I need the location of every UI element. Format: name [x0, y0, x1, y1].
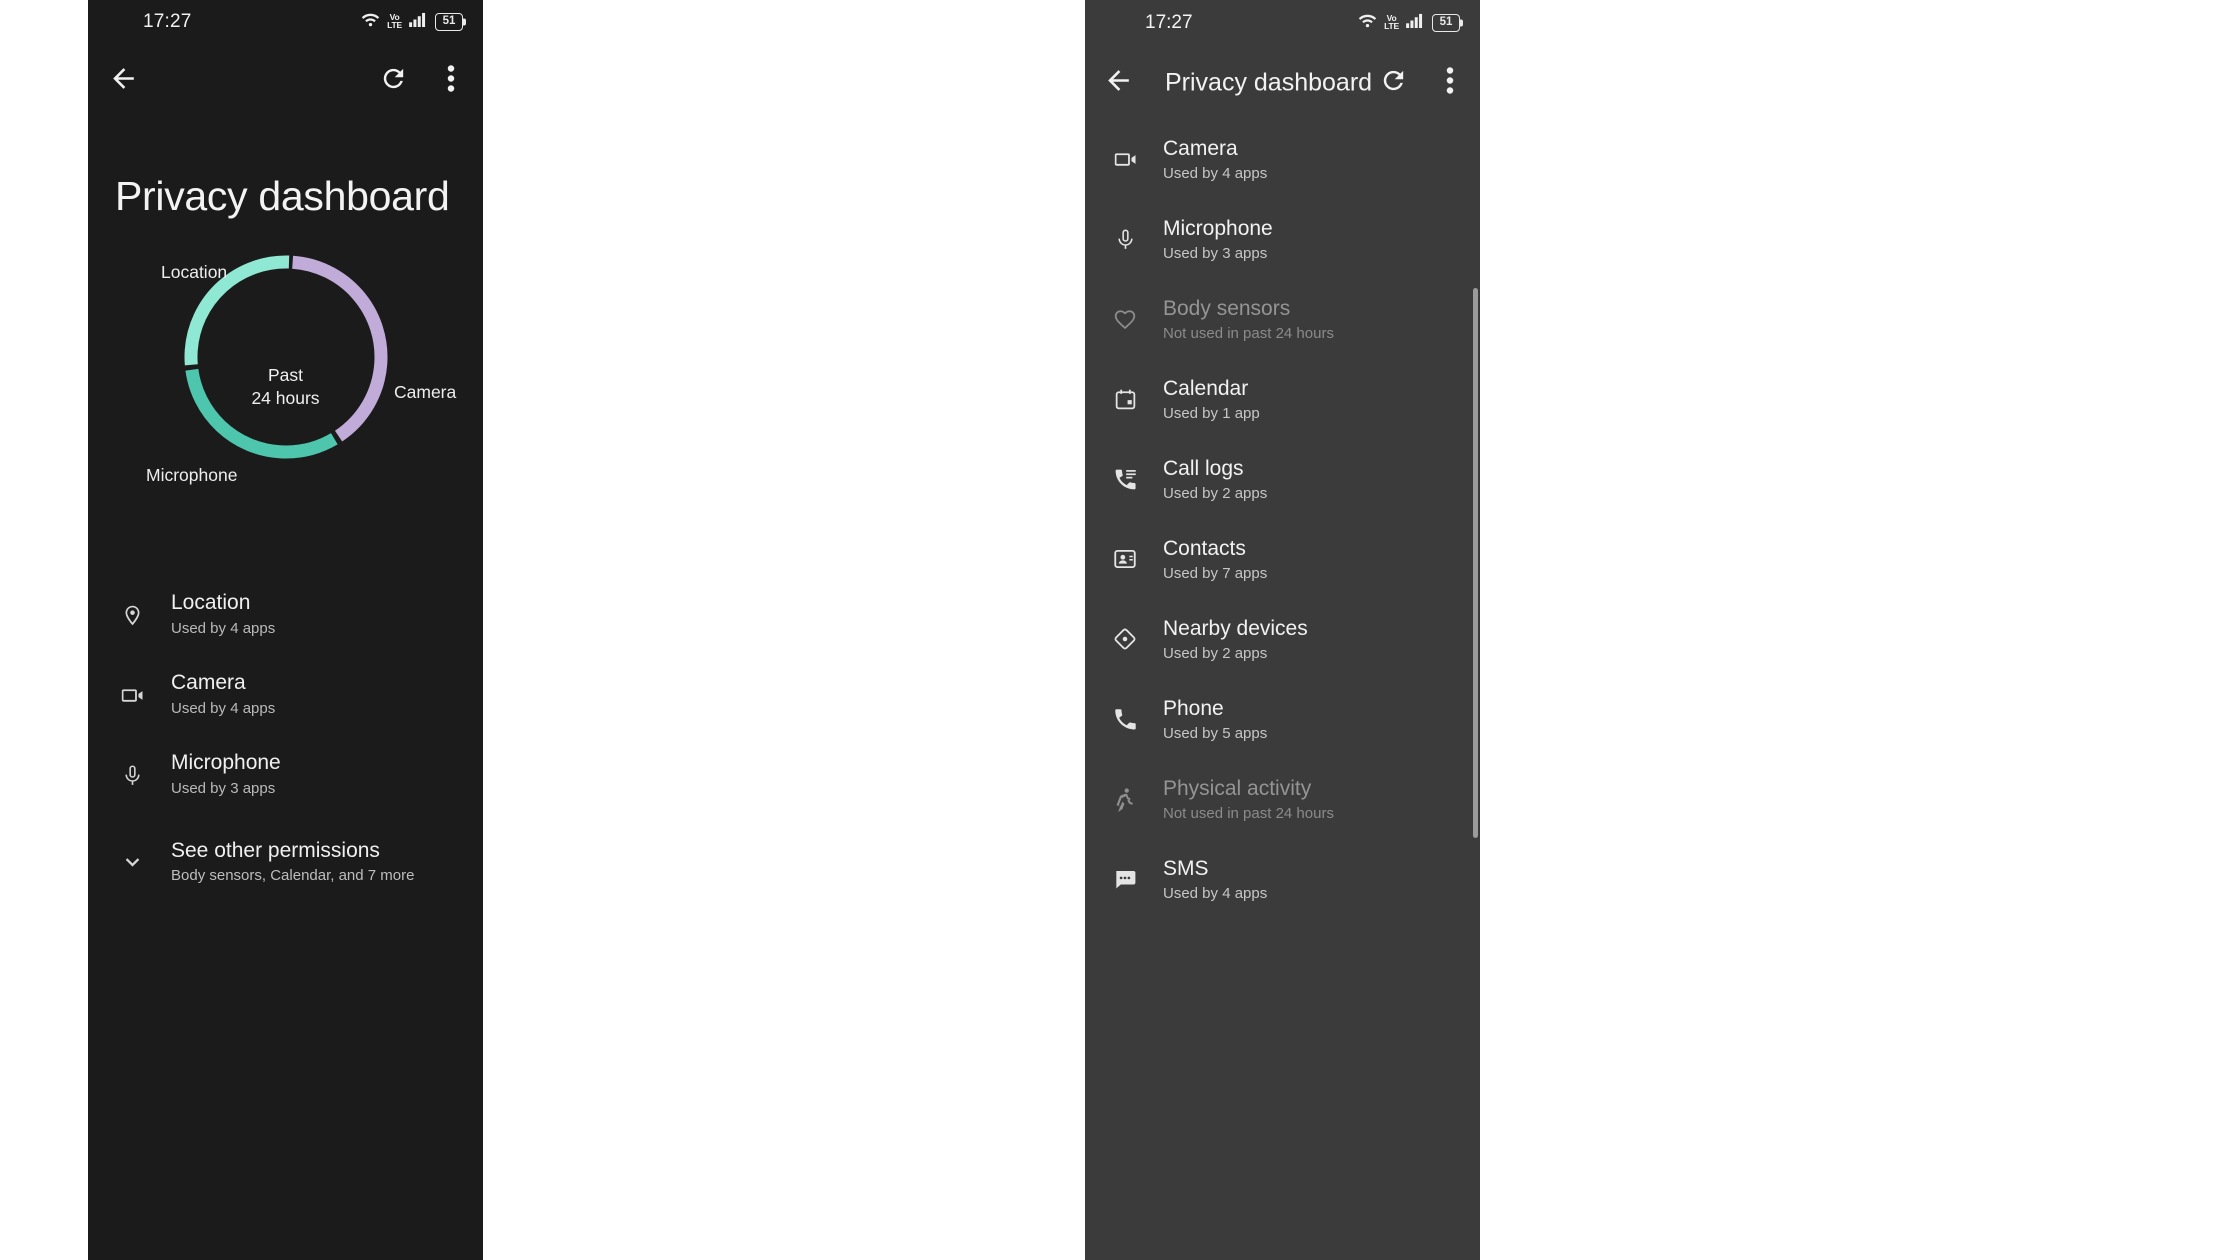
sms-message-icon — [1107, 866, 1143, 892]
microphone-icon — [115, 763, 149, 788]
permission-row-camera[interactable]: Camera Used by 4 apps — [88, 655, 483, 735]
vertical-scrollbar[interactable] — [1473, 288, 1478, 838]
cellular-signal-icon — [1406, 13, 1425, 33]
left-phone-panel: 17:27 Vo LTE 51 Privacy dashboard Past 2… — [88, 0, 483, 1260]
donut-chart-svg — [184, 255, 387, 459]
permission-subtitle: Used by 7 apps — [1163, 564, 1268, 582]
permission-title: SMS — [1163, 857, 1209, 881]
phone-icon — [1107, 706, 1143, 732]
permission-row-camera[interactable]: Camera Used by 4 apps — [1085, 119, 1480, 199]
status-bar-time: 17:27 — [1145, 12, 1193, 33]
permission-title: Physical activity — [1163, 777, 1312, 801]
permission-row-location[interactable]: Location Used by 4 apps — [88, 575, 483, 655]
left-status-bar: 17:27 Vo LTE 51 — [88, 0, 483, 44]
permission-title: Nearby devices — [1163, 617, 1308, 641]
right-phone-panel: 17:27 Vo LTE 51 Privacy dashboard Camera… — [1085, 0, 1480, 1260]
permission-row-sms[interactable]: SMS Used by 4 apps — [1085, 839, 1480, 919]
permission-subtitle: Used by 4 apps — [1163, 884, 1268, 902]
refresh-icon[interactable] — [379, 64, 408, 98]
screenshot-stage: 17:27 Vo LTE 51 Privacy dashboard Past 2… — [0, 0, 2240, 1260]
permission-title: Camera — [171, 670, 246, 694]
permission-subtitle: Used by 4 apps — [171, 700, 276, 718]
cellular-signal-icon — [409, 12, 428, 32]
permission-row-contacts[interactable]: Contacts Used by 7 apps — [1085, 519, 1480, 599]
more-vertical-icon[interactable] — [1446, 65, 1454, 100]
status-bar-icons: Vo LTE 51 — [1358, 13, 1460, 33]
chart-label-camera: Camera — [394, 382, 457, 402]
permission-title: Location — [171, 590, 251, 614]
permission-subtitle: Used by 4 apps — [171, 620, 276, 638]
permission-subtitle: Used by 5 apps — [1163, 724, 1268, 742]
nearby-devices-icon — [1107, 626, 1143, 652]
call-logs-icon — [1107, 466, 1143, 493]
permission-row-phone[interactable]: Phone Used by 5 apps — [1085, 679, 1480, 759]
chart-label-microphone: Microphone — [146, 465, 238, 485]
calendar-icon — [1107, 387, 1143, 412]
heart-icon — [1107, 306, 1143, 332]
permission-subtitle: Used by 3 apps — [171, 780, 276, 798]
permission-row-microphone[interactable]: Microphone Used by 3 apps — [88, 735, 483, 815]
permission-subtitle: Used by 4 apps — [1163, 164, 1268, 182]
permission-subtitle: Used by 3 apps — [1163, 244, 1268, 262]
permission-subtitle: Used by 2 apps — [1163, 484, 1268, 502]
permission-row-calendar[interactable]: Calendar Used by 1 app — [1085, 359, 1480, 439]
battery-indicator: 51 — [1432, 14, 1460, 32]
microphone-icon — [1107, 227, 1143, 252]
permission-row-microphone[interactable]: Microphone Used by 3 apps — [1085, 199, 1480, 279]
permission-title: Camera — [1163, 137, 1238, 161]
permission-title: Body sensors — [1163, 297, 1291, 321]
permission-subtitle: Used by 2 apps — [1163, 644, 1268, 662]
permission-title: Microphone — [1163, 217, 1273, 241]
more-vertical-icon[interactable] — [447, 64, 455, 99]
see-other-subtitle: Body sensors, Calendar, and 7 more — [171, 866, 415, 884]
status-bar-time: 17:27 — [143, 11, 192, 32]
see-other-permissions-row[interactable]: See other permissions Body sensors, Cale… — [88, 815, 483, 907]
back-arrow-icon[interactable] — [108, 63, 139, 99]
running-person-icon — [1107, 786, 1143, 812]
location-pin-icon — [115, 603, 149, 628]
wifi-icon — [1358, 13, 1377, 33]
permission-title: Call logs — [1163, 457, 1244, 481]
page-title: Privacy dashboard — [115, 173, 450, 219]
permission-subtitle: Used by 1 app — [1163, 404, 1260, 422]
refresh-icon[interactable] — [1379, 66, 1408, 100]
video-camera-icon — [1107, 146, 1143, 173]
app-bar-title: Privacy dashboard — [1165, 68, 1373, 96]
left-app-bar — [88, 44, 483, 118]
permission-title: Calendar — [1163, 377, 1249, 401]
permission-row-body-sensors[interactable]: Body sensors Not used in past 24 hours — [1085, 279, 1480, 359]
volte-icon: Vo LTE — [1384, 13, 1399, 31]
battery-indicator: 51 — [435, 13, 463, 31]
video-camera-icon — [115, 682, 149, 709]
permission-subtitle: Not used in past 24 hours — [1163, 324, 1334, 342]
chart-label-location: Location — [161, 262, 228, 282]
volte-icon: Vo LTE — [387, 12, 402, 30]
right-app-bar: Privacy dashboard — [1085, 46, 1480, 119]
permission-title: Contacts — [1163, 537, 1246, 561]
privacy-donut-chart: Past 24 hours Location Camera Microphone — [88, 242, 483, 527]
permission-subtitle: Not used in past 24 hours — [1163, 804, 1334, 822]
see-other-title: See other permissions — [171, 838, 380, 862]
permission-title: Microphone — [171, 750, 281, 774]
left-permission-list: Location Used by 4 apps Camera Used by 4… — [88, 575, 483, 907]
permission-row-physical-activity[interactable]: Physical activity Not used in past 24 ho… — [1085, 759, 1480, 839]
right-status-bar: 17:27 Vo LTE 51 — [1085, 0, 1480, 46]
contacts-icon — [1107, 546, 1143, 572]
permission-title: Phone — [1163, 697, 1224, 721]
chevron-down-icon — [115, 848, 149, 875]
back-arrow-icon[interactable] — [1103, 65, 1134, 101]
right-permission-list: Camera Used by 4 apps Microphone Used by… — [1085, 119, 1480, 919]
permission-row-call-logs[interactable]: Call logs Used by 2 apps — [1085, 439, 1480, 519]
wifi-icon — [361, 12, 380, 32]
status-bar-icons: Vo LTE 51 — [361, 12, 463, 32]
permission-row-nearby-devices[interactable]: Nearby devices Used by 2 apps — [1085, 599, 1480, 679]
